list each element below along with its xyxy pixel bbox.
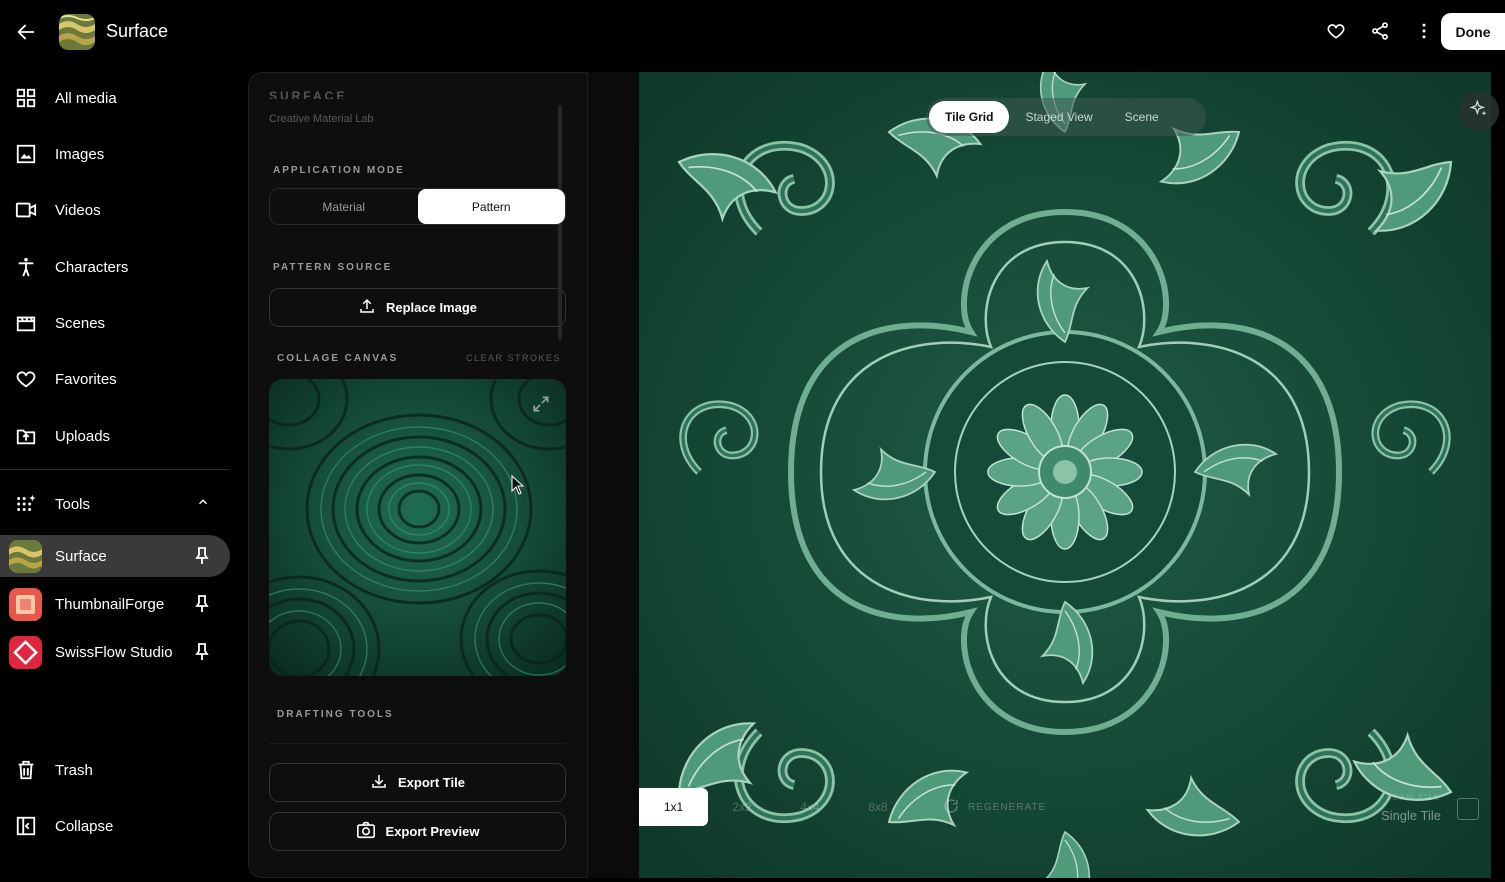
sidebar-item-images[interactable]: Images [0,134,230,174]
grid-8x8-button[interactable]: 8x8 [844,788,912,826]
sidebar-divider [0,469,230,470]
sidebar-item-label: All media [55,89,117,107]
heart-icon [14,367,38,391]
mode-pattern-button[interactable]: Pattern [417,189,565,224]
trash-icon [14,758,38,782]
export-tile-button[interactable]: Export Tile [269,763,566,802]
view-mode-tabs: Tile Grid Staged View Scene [926,98,1206,136]
regenerate-button[interactable]: REGENERATE [942,797,1046,818]
expand-icon[interactable] [526,389,556,419]
pin-icon[interactable] [194,546,210,566]
seam-toggle-icon[interactable] [1457,798,1479,820]
malachite-texture-image [269,379,566,676]
tools-label: Tools [55,495,91,513]
tab-scene[interactable]: Scene [1109,101,1175,133]
sidebar-item-videos[interactable]: Videos [0,190,230,230]
sidebar-item-characters[interactable]: Characters [0,247,230,287]
image-icon [14,142,38,166]
tool-label: Surface [55,547,107,565]
sidebar-item-label: Trash [55,761,93,779]
pin-icon[interactable] [194,594,210,614]
share-icon[interactable] [1369,18,1391,44]
sidebar-item-label: Collapse [55,817,114,835]
sidebar-item-label: Videos [55,201,101,219]
tools-sparkle-grid-icon [14,492,38,516]
settings-panel: SURFACE Creative Material Lab APPLICATIO… [248,72,588,878]
collapse-sidebar-icon [14,814,38,838]
pattern-preview[interactable]: Tile Grid Staged View Scene 1x1 2x2 4x4 … [639,72,1491,878]
pin-icon[interactable] [194,642,210,662]
replace-image-button[interactable]: Replace Image [269,288,566,327]
ai-sparkle-button[interactable] [1459,91,1499,131]
tool-label: SwissFlow Studio [55,643,173,661]
mouse-cursor-icon [511,474,525,495]
sidebar-item-label: Favorites [55,370,117,388]
person-icon [14,255,38,279]
back-arrow-icon[interactable] [12,18,40,46]
top-bar: Surface Done [0,0,1505,64]
chevron-up-icon [196,495,210,514]
surface-tool-logo [9,539,42,573]
clapperboard-icon [14,311,38,335]
upload-icon [358,297,376,318]
sidebar-item-all-media[interactable]: All media [0,78,230,118]
pattern-source-label: PATTERN SOURCE [273,262,393,273]
surface-app-logo [59,14,95,50]
sidebar-item-label: Characters [55,258,129,276]
collage-canvas[interactable] [269,379,566,676]
export-tile-label: Export Tile [398,775,465,790]
grid-4x4-button[interactable]: 4x4 [776,788,844,826]
collage-canvas-label: COLLAGE CANVAS [277,353,399,364]
sidebar-item-uploads[interactable]: Uploads [0,416,230,456]
done-button[interactable]: Done [1441,13,1505,50]
application-mode-label: APPLICATION MODE [273,165,405,176]
sidebar-item-label: Scenes [55,314,106,332]
single-tile-label: Single Tile [1381,808,1441,823]
grid-size-bar: 1x1 2x2 4x4 8x8 REGENERATE [639,788,1046,826]
replace-image-label: Replace Image [385,300,478,315]
swissflow-tool-logo [9,635,42,669]
sparkle-icon [1469,98,1489,124]
tool-item-swissflow-studio[interactable]: SwissFlow Studio [0,631,230,673]
export-preview-label: Export Preview [385,824,480,839]
panel-gutter [588,72,639,878]
clear-strokes-link[interactable]: CLEAR STROKES [466,353,561,363]
sidebar-item-label: Uploads [55,427,111,445]
panel-subtitle: Creative Material Lab [269,113,374,125]
video-icon [14,198,38,222]
tool-label: ThumbnailForge [55,595,165,613]
refresh-icon [942,797,960,818]
tools-section-toggle[interactable]: Tools [0,484,230,524]
grid-icon [14,86,38,110]
more-vertical-icon[interactable] [1413,18,1435,44]
application-mode-toggle: Material Pattern [269,188,566,225]
damask-pattern-image [639,72,1491,878]
camera-icon [356,821,376,842]
tab-staged-view[interactable]: Staged View [1009,101,1108,133]
seam-tile-label: SEAM TILE [1385,793,1441,802]
sidebar-item-label: Images [55,145,105,163]
tool-item-surface[interactable]: Surface [0,535,230,577]
panel-brand: SURFACE [269,89,348,99]
sidebar-item-favorites[interactable]: Favorites [0,359,230,399]
panel-divider [269,743,566,744]
thumbnailforge-tool-logo [9,587,42,621]
drafting-tools-label: DRAFTING TOOLS [277,709,394,720]
sidebar-item-trash[interactable]: Trash [0,750,230,790]
export-preview-button[interactable]: Export Preview [269,812,566,851]
regenerate-label: REGENERATE [968,801,1047,813]
download-icon [370,772,388,793]
grid-2x2-button[interactable]: 2x2 [708,788,776,826]
app-title: Surface [106,21,169,41]
sidebar-collapse-button[interactable]: Collapse [0,806,230,846]
sidebar-item-scenes[interactable]: Scenes [0,303,230,343]
tab-tile-grid[interactable]: Tile Grid [929,101,1010,133]
grid-1x1-button[interactable]: 1x1 [639,788,708,826]
tool-item-thumbnailforge[interactable]: ThumbnailForge [0,583,230,625]
favorite-heart-icon[interactable] [1325,18,1347,44]
sidebar: All media Images Videos Characters Scene… [0,70,240,882]
mode-material-button[interactable]: Material [270,189,418,224]
upload-folder-icon [14,424,38,448]
